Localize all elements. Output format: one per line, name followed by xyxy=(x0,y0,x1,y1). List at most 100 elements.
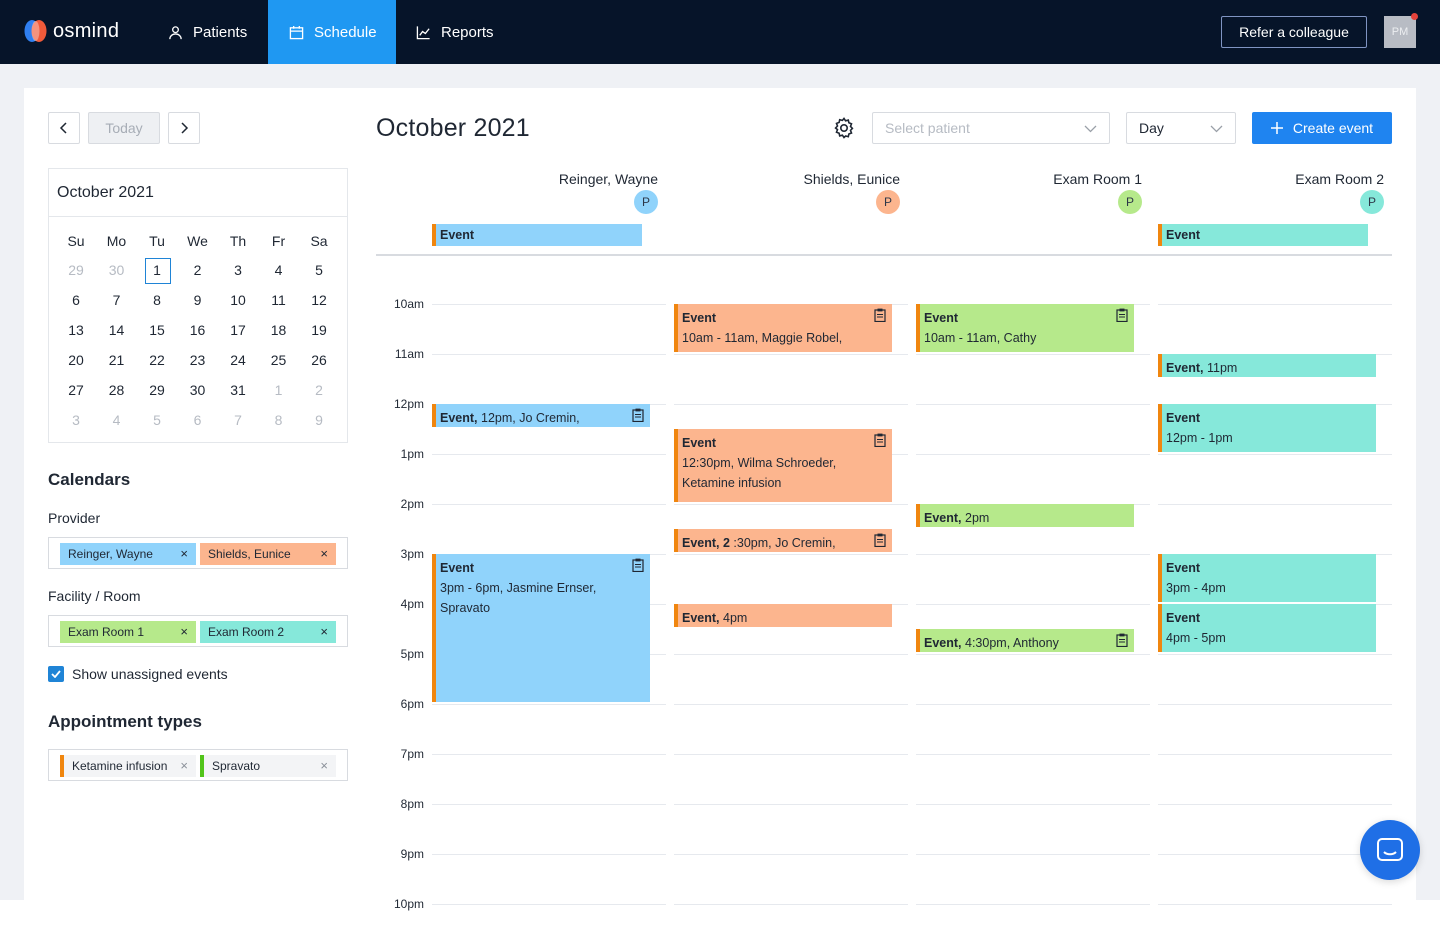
calendar-day[interactable]: 11 xyxy=(259,288,299,312)
calendar-day[interactable]: 3 xyxy=(56,408,96,432)
calendar-day[interactable]: 7 xyxy=(97,288,137,312)
nav-patients[interactable]: Patients xyxy=(168,0,247,64)
calendar-day[interactable]: 21 xyxy=(97,348,137,372)
calendar-day[interactable]: 9 xyxy=(299,408,339,432)
calendar-day[interactable]: 28 xyxy=(97,378,137,402)
clipboard-icon[interactable] xyxy=(632,558,644,572)
event-title: Event xyxy=(682,311,717,325)
calendar-day[interactable]: 13 xyxy=(56,318,96,342)
chat-button[interactable] xyxy=(1360,820,1420,880)
hour-label: 10am xyxy=(393,297,424,311)
avatar[interactable]: PM xyxy=(1384,16,1416,48)
remove-tag-icon[interactable]: × xyxy=(320,624,328,639)
view-dropdown[interactable]: Day xyxy=(1126,112,1236,144)
remove-tag-icon[interactable]: × xyxy=(180,758,188,773)
calendar-day[interactable]: 30 xyxy=(178,378,218,402)
appointment-types-select[interactable]: Ketamine infusion × Spravato × xyxy=(48,749,348,781)
calendar-day[interactable]: 10 xyxy=(218,288,258,312)
calendar-day[interactable]: 18 xyxy=(259,318,299,342)
event-title: Event xyxy=(1166,228,1201,242)
all-day-event[interactable]: Event xyxy=(432,224,642,246)
gear-icon[interactable] xyxy=(832,116,856,140)
calendar-event[interactable]: Event 12pm - 1pm xyxy=(1158,404,1376,452)
calendar-day[interactable]: 15 xyxy=(137,318,177,342)
hour-gridline xyxy=(1158,304,1392,305)
calendar-event[interactable]: Event, 4:30pm, Anthony xyxy=(916,629,1134,652)
calendar-day[interactable]: 7 xyxy=(218,408,258,432)
calendar-day[interactable]: 30 xyxy=(97,258,137,282)
calendar-day[interactable]: 3 xyxy=(218,258,258,282)
calendar-event[interactable]: Event 3pm - 6pm, Jasmine Ernser, Spravato xyxy=(432,554,650,702)
calendar-day[interactable]: 16 xyxy=(178,318,218,342)
all-day-divider xyxy=(376,254,1392,256)
calendar-day[interactable]: 27 xyxy=(56,378,96,402)
calendar-day[interactable]: 19 xyxy=(299,318,339,342)
calendar-day[interactable]: 1 xyxy=(137,258,177,284)
calendar-day[interactable]: 29 xyxy=(137,378,177,402)
calendar-day[interactable]: 8 xyxy=(137,288,177,312)
calendar-event[interactable]: Event 10am - 11am, Maggie Robel, xyxy=(674,304,892,352)
show-unassigned-checkbox[interactable] xyxy=(48,666,64,682)
calendar-day[interactable]: 5 xyxy=(137,408,177,432)
calendar-event[interactable]: Event 3pm - 4pm xyxy=(1158,554,1376,602)
remove-tag-icon[interactable]: × xyxy=(320,758,328,773)
select-patient-dropdown[interactable]: Select patient xyxy=(872,112,1110,144)
calendar-day[interactable]: 24 xyxy=(218,348,258,372)
hour-label: 7pm xyxy=(400,747,424,761)
remove-tag-icon[interactable]: × xyxy=(180,546,188,561)
calendar-event[interactable]: Event 12:30pm, Wilma Schroeder, Ketamine i… xyxy=(674,429,892,502)
refer-colleague-button[interactable]: Refer a colleague xyxy=(1221,16,1367,48)
calendar-event[interactable]: Event, 11pm xyxy=(1158,354,1376,377)
provider-select[interactable]: Reinger, Wayne × Shields, Eunice × xyxy=(48,537,348,569)
calendar-day[interactable]: 4 xyxy=(259,258,299,282)
remove-tag-icon[interactable]: × xyxy=(180,624,188,639)
calendar-day[interactable]: 4 xyxy=(97,408,137,432)
calendar-day[interactable]: 6 xyxy=(56,288,96,312)
calendar-day[interactable]: 1 xyxy=(259,378,299,402)
clipboard-icon[interactable] xyxy=(632,408,644,422)
calendar-event[interactable]: Event, 12pm, Jo Cremin, xyxy=(432,404,650,427)
calendar-day[interactable]: 23 xyxy=(178,348,218,372)
remove-tag-icon[interactable]: × xyxy=(320,546,328,561)
calendar-day[interactable]: 22 xyxy=(137,348,177,372)
create-event-button[interactable]: Create event xyxy=(1252,112,1392,144)
calendar-day[interactable]: 29 xyxy=(56,258,96,282)
calendar-day[interactable]: 9 xyxy=(178,288,218,312)
calendar-day[interactable]: 25 xyxy=(259,348,299,372)
user-icon xyxy=(169,25,182,39)
calendar-day[interactable]: 26 xyxy=(299,348,339,372)
clipboard-icon[interactable] xyxy=(874,433,886,447)
event-title: Event xyxy=(1166,411,1201,425)
calendar-day[interactable]: 20 xyxy=(56,348,96,372)
calendar-day[interactable]: 17 xyxy=(218,318,258,342)
brand-logo[interactable]: osmind xyxy=(24,18,119,44)
calendar-event[interactable]: Event, 2pm xyxy=(916,504,1134,527)
calendar-day[interactable]: 8 xyxy=(259,408,299,432)
clipboard-icon[interactable] xyxy=(1116,633,1128,647)
today-button[interactable]: Today xyxy=(88,112,160,144)
prev-button[interactable] xyxy=(48,112,80,144)
event-title: Event xyxy=(1166,611,1201,625)
calendar-event[interactable]: Event, 2 :30pm, Jo Cremin, xyxy=(674,529,892,552)
calendar-day[interactable]: 31 xyxy=(218,378,258,402)
clipboard-icon[interactable] xyxy=(874,308,886,322)
clipboard-icon[interactable] xyxy=(1116,308,1128,322)
appointment-types-heading: Appointment types xyxy=(48,712,202,731)
calendar-day[interactable]: 2 xyxy=(178,258,218,282)
calendar-event[interactable]: Event 4pm - 5pm xyxy=(1158,604,1376,652)
clipboard-icon[interactable] xyxy=(874,533,886,547)
calendar-day[interactable]: 5 xyxy=(299,258,339,282)
next-button[interactable] xyxy=(168,112,200,144)
calendar-day[interactable]: 2 xyxy=(299,378,339,402)
nav-reports[interactable]: Reports xyxy=(416,0,494,64)
event-title: Event xyxy=(682,436,717,450)
calendar-event[interactable]: Event, 4pm xyxy=(674,604,892,627)
calendar-day[interactable]: 6 xyxy=(178,408,218,432)
facility-select[interactable]: Exam Room 1 × Exam Room 2 × xyxy=(48,615,348,647)
calendar-event[interactable]: Event 10am - 11am, Cathy xyxy=(916,304,1134,352)
all-day-event[interactable]: Event xyxy=(1158,224,1368,246)
calendar-day[interactable]: 14 xyxy=(97,318,137,342)
nav-schedule[interactable]: Schedule xyxy=(268,0,396,64)
calendar-day[interactable]: 12 xyxy=(299,288,339,312)
event-title: Event, 2 xyxy=(682,536,730,550)
